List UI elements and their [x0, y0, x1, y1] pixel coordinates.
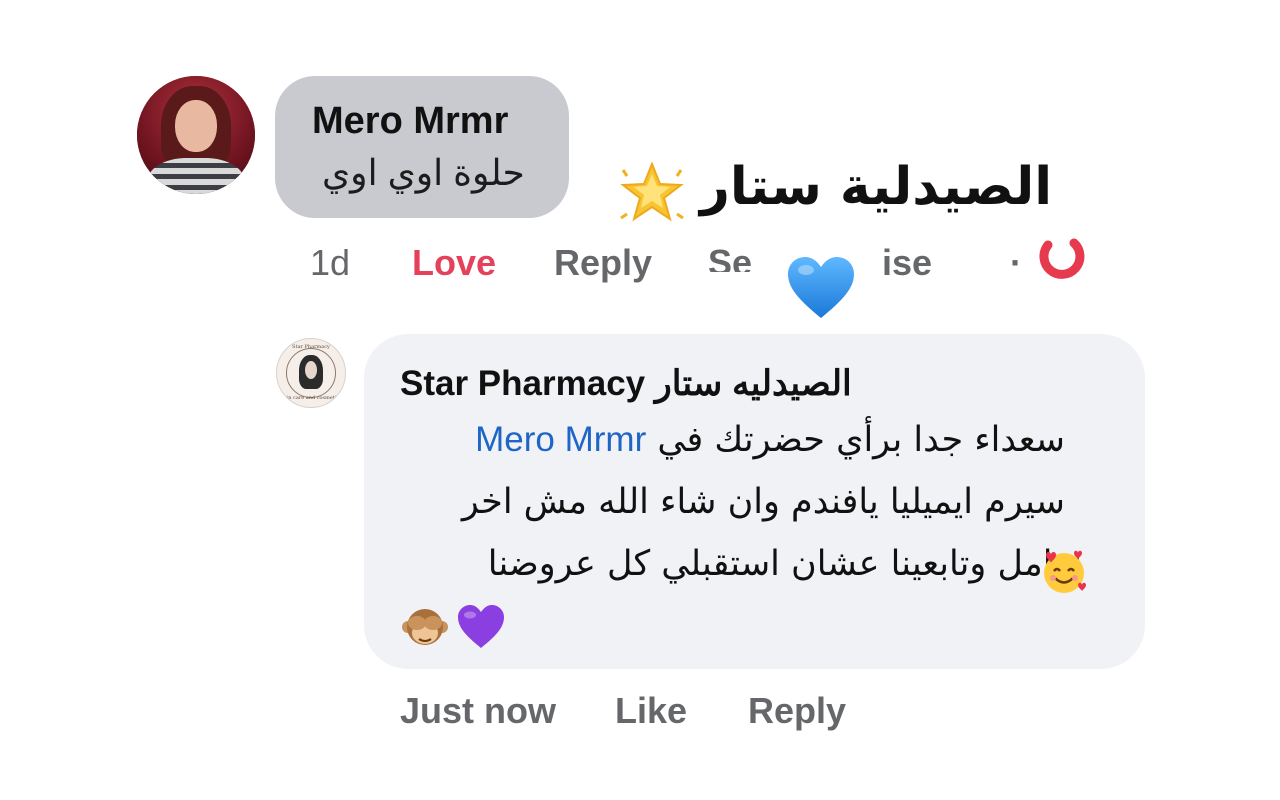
reply-button[interactable]: Reply — [554, 242, 652, 284]
star-icon — [620, 161, 684, 222]
comment-bubble — [275, 76, 569, 218]
reply-timestamp[interactable]: Just now — [400, 690, 556, 732]
reply-button[interactable]: Reply — [748, 690, 846, 732]
like-button[interactable]: Like — [615, 690, 687, 732]
comment-author[interactable]: Mero Mrmr — [312, 100, 508, 143]
avatar[interactable] — [137, 76, 255, 194]
mention-link[interactable]: Mero Mrmr — [475, 420, 646, 459]
blue-heart-icon — [788, 257, 854, 318]
comment-timestamp[interactable]: 1d — [310, 242, 350, 284]
see-no-evil-monkey-icon — [402, 609, 448, 645]
reply-text-line: سعداء جدا برأي حضرتك في Mero Mrmr — [475, 420, 1065, 460]
love-reaction-button[interactable]: Love — [412, 242, 496, 284]
overlay-title: الصيدلية ستار — [700, 157, 1053, 217]
purple-heart-icon — [458, 605, 504, 648]
reply-text-line: تعامل وتابعينا عشان استقبلي كل عروضنا — [487, 544, 1080, 584]
comment-text: حلوة اوي اوي — [322, 152, 525, 193]
page-avatar[interactable]: Star Pharmacy Skin care and cosmetics — [276, 338, 346, 408]
smiling-face-with-hearts-icon — [1044, 550, 1086, 593]
separator-dot: · — [1010, 242, 1022, 283]
close-link[interactable]: ise — [882, 242, 932, 284]
sticker-patch — [638, 272, 898, 332]
red-ring-icon — [1039, 238, 1085, 279]
reply-author[interactable]: الصيدليه ستار Star Pharmacy — [400, 364, 852, 404]
reply-text-line: سيرم ايميليا يافندم وان شاء الله مش اخر — [461, 482, 1065, 522]
